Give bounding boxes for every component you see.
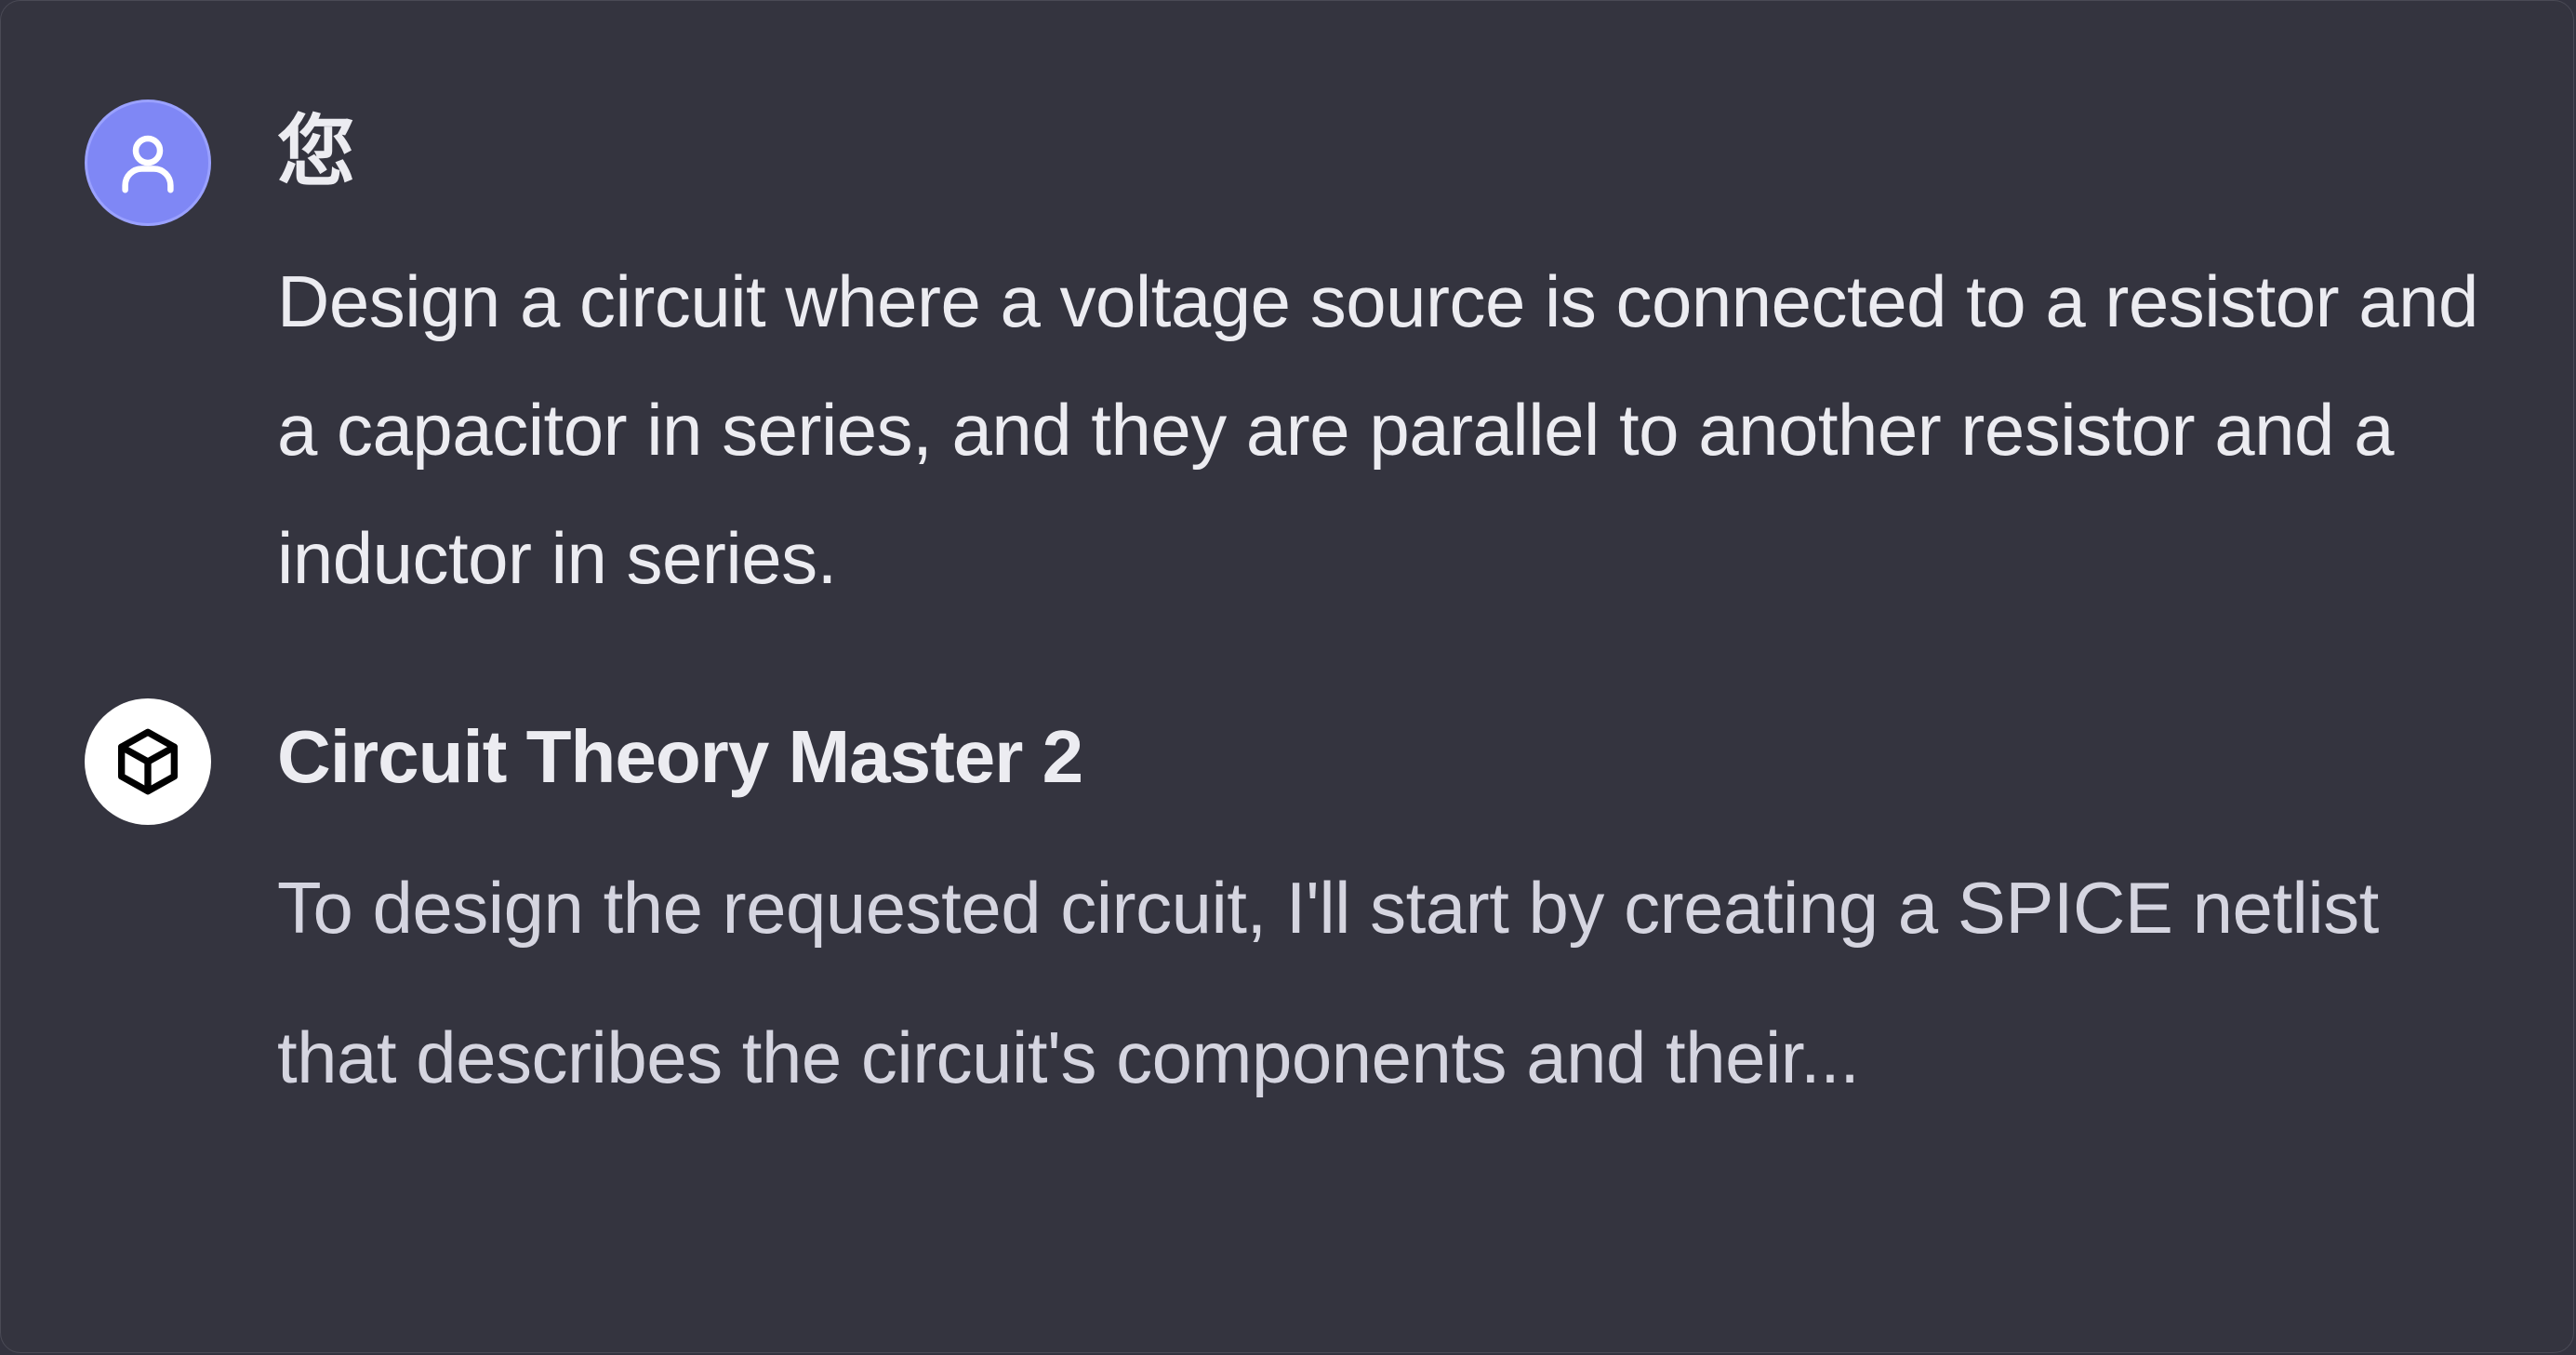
assistant-author-name: Circuit Theory Master 2 [277,715,1083,798]
user-author-name: 您 [277,108,356,195]
user-avatar [85,100,211,226]
assistant-avatar [85,698,211,825]
assistant-message-text: To design the requested circuit, I'll st… [277,867,2379,1098]
user-icon [122,135,174,193]
chat-panel: 您 Design a circuit where a voltage sourc… [0,0,2574,1353]
cube-icon [117,728,178,795]
user-message-text: Design a circuit where a voltage source … [277,260,2478,599]
